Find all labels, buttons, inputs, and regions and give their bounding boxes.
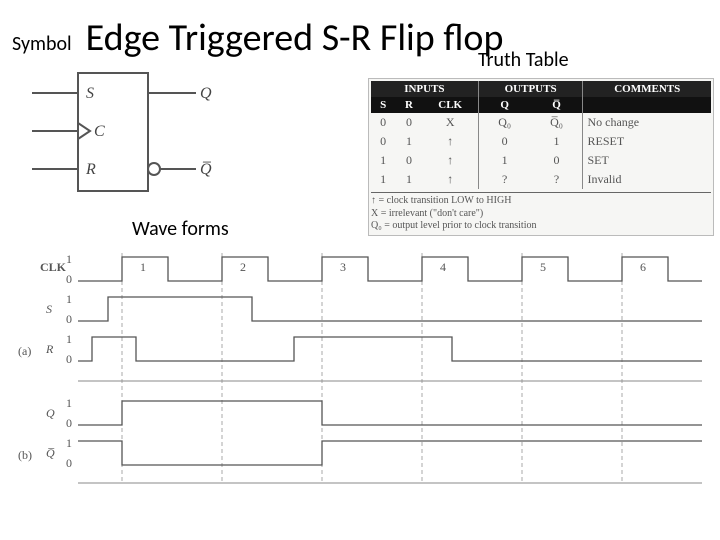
tt-col-q: Q [478,97,530,113]
tt-cell: X [423,113,479,132]
edge-number: 1 [140,260,146,274]
edge-number: 5 [540,260,546,274]
pin-qbar-label: Q̅ [200,161,212,178]
tt-cell: 1 [371,170,395,189]
tt-cell: 0 [371,132,395,151]
tt-cell: RESET [583,132,711,151]
tt-cell: Q₀ [478,113,530,132]
tt-cell: ↑ [423,170,479,189]
tt-row: 01↑01RESET [371,132,711,151]
tt-row: 11↑??Invalid [371,170,711,189]
section-marker-b: (b) [18,448,32,462]
tt-footnote: Q₀ = output level prior to clock transit… [371,220,711,233]
tt-cell: 0 [395,113,422,132]
tt-col-qn: Q̅ [531,97,583,113]
signal-name-clk: CLK [40,260,67,274]
signal-name-qn: Q̅ [46,446,55,460]
edge-number: 6 [640,260,646,274]
pin-s-label: S [86,85,94,102]
tt-cell: ↑ [423,151,479,170]
tt-cell: Invalid [583,170,711,189]
tt-cell: ↑ [423,132,479,151]
tt-col-clk: CLK [423,97,479,113]
tt-cell: ? [531,170,583,189]
level-1: 1 [66,436,72,450]
signal-name-q: Q [46,406,55,420]
level-0: 0 [66,312,72,326]
tt-group-comments: COMMENTS [583,81,711,97]
truth-table: INPUTS OUTPUTS COMMENTS S R CLK Q Q̅ 00X… [371,81,711,189]
pin-c-label: C [94,123,105,140]
tt-cell: No change [583,113,711,132]
signal-name-s: S [46,302,52,316]
tt-footnote: ↑ = clock transition LOW to HIGH [371,195,711,208]
tt-cell: SET [583,151,711,170]
level-0: 0 [66,272,72,286]
level-0: 0 [66,352,72,366]
tt-group-outputs: OUTPUTS [478,81,583,97]
tt-cell: 0 [531,151,583,170]
tt-col-r: R [395,97,422,113]
level-1: 1 [66,292,72,306]
truth-table-block: INPUTS OUTPUTS COMMENTS S R CLK Q Q̅ 00X… [368,78,714,236]
tt-col-comment [583,97,711,113]
tt-group-inputs: INPUTS [371,81,478,97]
page-title: Edge Triggered S-R Flip flop [86,15,708,61]
symbol-heading: Symbol [12,32,72,56]
flipflop-symbol: S C R Q Q̅ [12,61,272,211]
tt-cell: 0 [478,132,530,151]
tt-row: 00XQ₀Q̅₀No change [371,113,711,132]
tt-cell: ? [478,170,530,189]
tt-cell: Q̅₀ [531,113,583,132]
signal-name-r: R [45,342,54,356]
tt-col-s: S [371,97,395,113]
tt-cell: 1 [395,132,422,151]
timing-diagram: CLK 1 0 1 2 3 4 5 6 S 1 0 R 1 0 (a) Q 1 … [12,243,708,493]
tt-cell: 1 [395,170,422,189]
level-0: 0 [66,456,72,470]
tt-footnotes: ↑ = clock transition LOW to HIGH X = irr… [371,192,711,233]
level-1: 1 [66,252,72,266]
tt-cell: 0 [371,113,395,132]
edge-number: 3 [340,260,346,274]
edge-number: 4 [440,260,446,274]
tt-cell: 1 [371,151,395,170]
pin-q-label: Q [200,85,212,102]
level-1: 1 [66,332,72,346]
tt-cell: 0 [395,151,422,170]
tt-row: 10↑10SET [371,151,711,170]
tt-cell: 1 [531,132,583,151]
tt-footnote: X = irrelevant ("don't care") [371,208,711,221]
tt-body: 00XQ₀Q̅₀No change01↑01RESET10↑10SET11↑??… [371,113,711,189]
level-0: 0 [66,416,72,430]
pin-r-label: R [85,161,96,178]
level-1: 1 [66,396,72,410]
section-marker-a: (a) [18,344,31,358]
edge-number: 2 [240,260,246,274]
tt-cell: 1 [478,151,530,170]
truthtable-heading: Truth Table [478,48,569,72]
